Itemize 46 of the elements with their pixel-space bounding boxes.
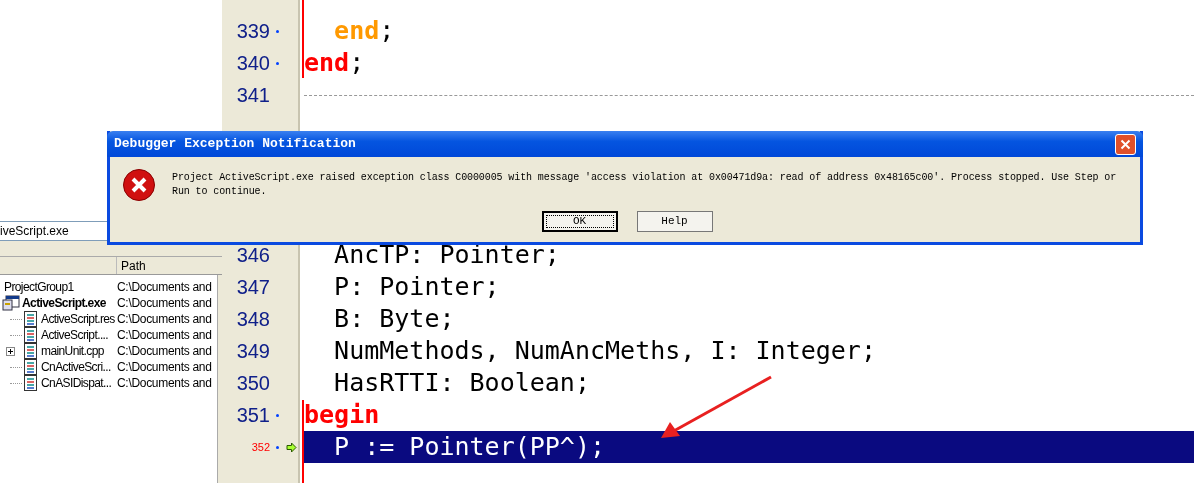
- path-cell: C:\Documents and: [117, 327, 212, 343]
- line-number: 348: [235, 307, 270, 332]
- code-line: B: Byte;: [333, 303, 456, 335]
- tree-item[interactable]: mainUnit.cpp: [41, 343, 104, 359]
- path-cell: C:\Documents and: [117, 375, 212, 391]
- expand-toggle[interactable]: [6, 346, 15, 356]
- tree-item[interactable]: ActiveScript....: [41, 327, 109, 343]
- execution-point-icon: [285, 441, 297, 453]
- dialog-button[interactable]: OK: [541, 211, 618, 232]
- tree-item[interactable]: CnASIDispat...: [41, 375, 112, 391]
- line-number: 351: [235, 403, 270, 428]
- error-message: Project ActiveScript.exe raised exception class C0000005 with message 'access violation at 0x00471d9a: read of address 0x48165c00'. Process stopped. Use Step or Run to continue.: [172, 171, 1118, 199]
- code-line: P: Pointer;: [333, 271, 501, 303]
- file-icon: [24, 311, 37, 327]
- dialog-button[interactable]: Help: [636, 211, 713, 232]
- code-line: HasRTTI: Boolean;: [333, 367, 591, 399]
- code-line: end;: [333, 15, 396, 47]
- tree-item[interactable]: ActiveScript.exe: [22, 295, 106, 311]
- code-line: AncTP: Pointer;: [333, 239, 561, 271]
- code-line: end;: [303, 47, 366, 79]
- tree-item[interactable]: ProjectGroup1: [4, 279, 74, 295]
- file-icon: [24, 375, 37, 391]
- dialog-title: Debugger Exception Notification: [114, 135, 357, 154]
- file-icon: [24, 359, 37, 375]
- line-number: 339: [235, 19, 270, 44]
- line-number: 352: [250, 439, 270, 455]
- file-icon: [24, 327, 37, 343]
- line-number: 349: [235, 339, 270, 364]
- code-line: begin: [303, 399, 381, 431]
- error-icon: [122, 168, 156, 202]
- path-cell: C:\Documents and: [117, 359, 212, 375]
- line-number: 346: [235, 243, 270, 268]
- path-cell: C:\Documents and: [117, 279, 212, 295]
- tree-item[interactable]: ActiveScript.res: [41, 311, 115, 327]
- file-icon: [24, 343, 37, 359]
- close-button[interactable]: [1115, 133, 1136, 155]
- tree-item[interactable]: CnActiveScri...: [41, 359, 111, 375]
- path-cell: C:\Documents and: [117, 343, 212, 359]
- line-number: 347: [235, 275, 270, 300]
- line-number: 340: [235, 51, 270, 76]
- code-line: NumMethods, NumAncMeths, I: Integer;: [333, 335, 877, 367]
- line-number: 341: [235, 83, 270, 108]
- path-cell: C:\Documents and: [117, 311, 212, 327]
- path-cell: C:\Documents and: [117, 295, 212, 311]
- line-number: 350: [235, 371, 270, 396]
- close-icon: [1120, 138, 1131, 150]
